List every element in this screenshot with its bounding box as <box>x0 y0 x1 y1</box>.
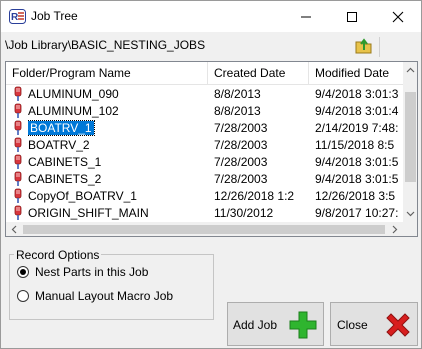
modified-date: 9/4/2018 3:01:4 <box>315 104 399 118</box>
created-date: 12/26/2018 1:2 <box>214 189 295 203</box>
modified-date: 2/14/2019 7:48: <box>315 121 399 135</box>
created-date: 8/8/2013 <box>214 104 261 118</box>
program-name: CopyOf_BOATRV_1 <box>28 189 137 203</box>
program-file-icon <box>13 171 23 188</box>
program-name: CABINETS_1 <box>28 155 102 169</box>
window-close-button[interactable] <box>375 1 421 32</box>
program-file-icon <box>13 86 23 103</box>
svg-text:R: R <box>11 12 19 23</box>
add-job-button[interactable]: Add Job <box>227 302 324 346</box>
current-path: \Job Library\BASIC_NESTING_JOBS <box>5 38 206 52</box>
column-header-modified[interactable]: Modified Date <box>309 62 403 85</box>
vertical-scrollbar[interactable] <box>403 62 417 222</box>
path-bar: \Job Library\BASIC_NESTING_JOBS <box>1 32 421 60</box>
list-rows: ALUMINUM_090 8/8/2013 9/4/2018 3:01:3 ALUMI… <box>6 86 403 222</box>
column-header-created[interactable]: Created Date <box>208 62 309 85</box>
program-name: BOATRV_1 <box>28 120 95 136</box>
job-tree-window: R Job Tree \Job Library\BASIC_NESTING_JO… <box>0 0 422 349</box>
list-item[interactable]: BOATRV_1 7/28/2003 2/14/2019 7:48: <box>6 120 403 137</box>
minimize-button[interactable] <box>283 1 329 32</box>
modified-date: 12/26/2018 3:5 <box>315 189 396 203</box>
scroll-down-button[interactable] <box>403 205 417 222</box>
created-date: 8/8/2013 <box>214 87 261 101</box>
modified-date: 9/4/2018 3:01:5 <box>315 155 399 169</box>
program-file-icon <box>13 205 23 222</box>
scroll-up-button[interactable] <box>403 62 417 79</box>
close-icon <box>392 11 404 23</box>
chevron-right-icon <box>392 225 398 234</box>
program-name: ALUMINUM_090 <box>28 87 119 101</box>
list-item[interactable]: ALUMINUM_102 8/8/2013 9/4/2018 3:01:4 <box>6 103 403 120</box>
maximize-button[interactable] <box>329 1 375 32</box>
program-name: BOATRV_2 <box>28 138 90 152</box>
program-name: ALUMINUM_102 <box>28 104 119 118</box>
program-file-icon <box>13 154 23 171</box>
created-date: 7/28/2003 <box>214 172 268 186</box>
created-date: 11/30/2012 <box>214 206 274 220</box>
modified-date: 9/4/2018 3:01:5 <box>315 172 399 186</box>
program-file-icon <box>13 137 23 154</box>
modified-date: 9/4/2018 3:01:3 <box>315 87 399 101</box>
chevron-left-icon <box>11 225 17 234</box>
program-file-icon <box>13 120 23 137</box>
minimize-icon <box>301 16 311 18</box>
list-item[interactable]: ORIGIN_SHIFT_MAIN 11/30/2012 9/8/2017 10:2… <box>6 205 403 222</box>
record-options-group <box>9 254 214 320</box>
list-item[interactable]: CABINETS_2 7/28/2003 9/4/2018 3:01:5 <box>6 171 403 188</box>
scroll-right-button[interactable] <box>386 222 403 236</box>
close-button[interactable]: Close <box>330 302 418 346</box>
list-item[interactable]: CABINETS_1 7/28/2003 9/4/2018 3:01:5 <box>6 154 403 171</box>
path-divider <box>379 37 380 57</box>
red-x-icon <box>383 310 413 343</box>
close-label: Close <box>337 318 368 332</box>
program-name: ORIGIN_SHIFT_MAIN <box>28 206 149 220</box>
app-logo-icon: R <box>9 9 26 24</box>
title-bar[interactable]: R Job Tree <box>1 1 421 32</box>
list-item[interactable]: ALUMINUM_090 8/8/2013 9/4/2018 3:01:3 <box>6 86 403 103</box>
horizontal-scrollbar[interactable] <box>6 222 403 236</box>
program-name: CABINETS_2 <box>28 172 102 186</box>
maximize-icon <box>347 12 357 22</box>
horizontal-scroll-thumb[interactable] <box>23 225 385 234</box>
created-date: 7/28/2003 <box>214 121 268 135</box>
manual-layout-radio[interactable] <box>17 290 29 302</box>
scroll-left-button[interactable] <box>6 222 23 236</box>
add-job-label: Add Job <box>233 318 278 332</box>
program-file-icon <box>13 188 23 205</box>
created-date: 7/28/2003 <box>214 138 268 152</box>
nest-parts-label[interactable]: Nest Parts in this Job <box>35 265 148 279</box>
folder-up-button[interactable] <box>353 36 375 56</box>
green-plus-icon <box>288 310 318 343</box>
list-item[interactable]: BOATRV_2 7/28/2003 11/15/2018 8:5 <box>6 137 403 154</box>
job-list[interactable]: Folder/Program Name Created Date Modifie… <box>5 61 418 237</box>
column-header-name[interactable]: Folder/Program Name <box>6 62 208 85</box>
scroll-corner <box>403 222 417 236</box>
vertical-scroll-thumb[interactable] <box>405 92 416 182</box>
window-title: Job Tree <box>31 9 78 23</box>
chevron-up-icon <box>406 67 415 73</box>
program-file-icon <box>13 103 23 120</box>
record-options-label: Record Options <box>14 248 102 262</box>
folder-up-icon <box>355 38 372 54</box>
modified-date: 11/15/2018 8:5 <box>315 138 395 152</box>
modified-date: 9/8/2017 10:27: <box>315 206 399 220</box>
list-item[interactable]: CopyOf_BOATRV_1 12/26/2018 1:2 12/26/2018 … <box>6 188 403 205</box>
nest-parts-radio[interactable] <box>17 266 29 278</box>
created-date: 7/28/2003 <box>214 155 268 169</box>
manual-layout-label[interactable]: Manual Layout Macro Job <box>35 289 173 303</box>
chevron-down-icon <box>406 211 415 217</box>
list-header: Folder/Program Name Created Date Modifie… <box>6 62 403 85</box>
